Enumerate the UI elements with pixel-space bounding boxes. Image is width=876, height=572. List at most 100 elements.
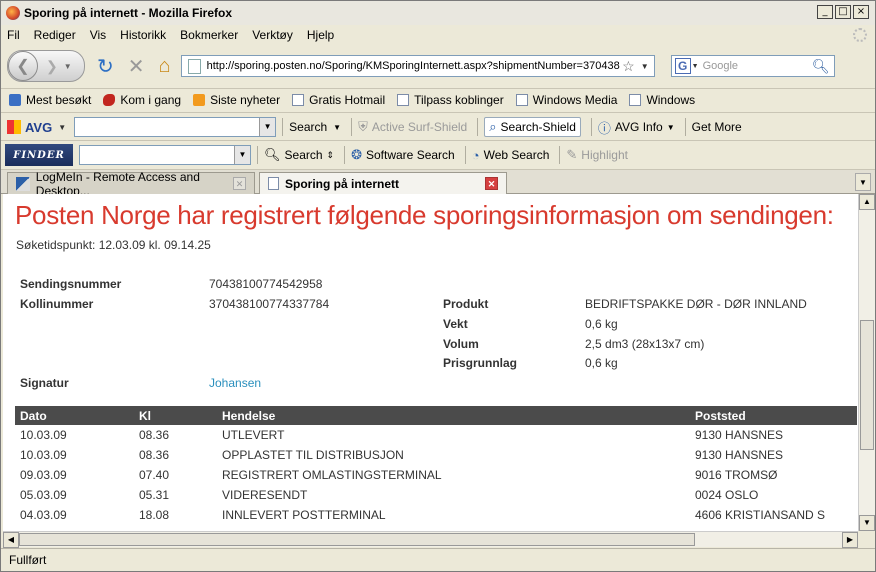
menu-vis[interactable]: Vis xyxy=(90,28,106,42)
menu-verktoy[interactable]: Verktøy xyxy=(252,28,293,42)
info-icon: ⓘ xyxy=(597,120,611,136)
avg-search-input[interactable]: ▼ xyxy=(74,117,277,137)
toolbar-separator xyxy=(464,146,466,164)
finder-search-button[interactable]: 🔍︎ Search ⇕ xyxy=(264,147,334,163)
search-shield-button[interactable]: ⌕ Search-Shield xyxy=(484,117,581,137)
tab-bar: LogMeIn - Remote Access and Desktop... ✕… xyxy=(1,169,875,198)
menu-bar: Fil Rediger Vis Historikk Bokmerker Verk… xyxy=(1,25,875,45)
address-bar[interactable]: http://sporing.posten.no/Sporing/KMSpori… xyxy=(180,55,655,77)
bookmark-siste-nyheter[interactable]: Siste nyheter xyxy=(193,93,280,107)
cell-dato: 09.03.09 xyxy=(20,468,67,482)
magnifier-icon: 🔍︎ xyxy=(264,147,281,162)
toolbar-separator xyxy=(477,118,479,136)
column-poststed: Poststed xyxy=(695,409,746,423)
cell-poststed: 9130 HANSNES xyxy=(695,428,784,442)
search-magnifier-icon[interactable]: 🔍︎ xyxy=(812,58,830,75)
search-bar[interactable]: G ▼ Google 🔍︎ xyxy=(670,55,835,77)
stop-icon[interactable]: ✕ xyxy=(128,54,145,79)
highlight-button[interactable]: ✎ Highlight xyxy=(566,147,628,163)
bookmark-star-icon[interactable]: ☆ xyxy=(622,58,635,75)
avg-logo-icon xyxy=(7,120,21,134)
bookmark-mest-besokt[interactable]: Mest besøkt xyxy=(9,93,91,107)
cell-dato: 05.03.09 xyxy=(20,488,67,502)
scroll-right-icon[interactable]: ▶ xyxy=(842,532,858,548)
finder-dropdown-icon[interactable]: ▼ xyxy=(234,146,250,164)
finder-logo[interactable]: FINDER xyxy=(5,144,73,166)
horizontal-scroll-thumb[interactable] xyxy=(19,533,695,546)
search-input[interactable]: Google xyxy=(703,60,812,72)
menu-bokmerker[interactable]: Bokmerker xyxy=(180,28,238,42)
web-search-button[interactable]: ◔ Web Search xyxy=(472,148,550,163)
bookmark-gratis-hotmail[interactable]: Gratis Hotmail xyxy=(292,93,385,107)
toolbar-separator xyxy=(344,146,346,164)
menu-fil[interactable]: Fil xyxy=(7,28,20,42)
cell-poststed: 9016 TROMSØ xyxy=(695,468,778,482)
close-window-button[interactable]: × xyxy=(853,5,869,19)
tab-logmein[interactable]: LogMeIn - Remote Access and Desktop... ✕ xyxy=(7,170,255,198)
toolbar-separator xyxy=(351,118,353,136)
avg-info-dropdown-icon[interactable]: ▼ xyxy=(667,123,675,132)
close-tab-icon[interactable]: ✕ xyxy=(233,177,246,190)
close-tab-icon[interactable]: ✕ xyxy=(485,177,498,190)
page-icon xyxy=(515,93,528,106)
scroll-left-icon[interactable]: ◀ xyxy=(3,532,19,548)
back-button[interactable]: ❮ xyxy=(8,51,38,81)
avg-logo[interactable]: AVG xyxy=(7,120,52,135)
page-icon xyxy=(397,93,410,106)
bookmark-kom-i-gang[interactable]: Kom i gang xyxy=(103,93,181,107)
bookmarks-toolbar: Mest besøkt Kom i gang Siste nyheter Gra… xyxy=(1,88,875,110)
menu-rediger[interactable]: Rediger xyxy=(34,28,76,42)
cell-kl: 05.31 xyxy=(139,488,170,502)
logmein-favicon xyxy=(16,176,30,191)
toolbar-separator xyxy=(559,146,561,164)
avg-search-button[interactable]: Search ▼ xyxy=(289,120,341,134)
tab-list-dropdown-icon[interactable]: ▼ xyxy=(855,173,871,191)
throbber-icon xyxy=(853,28,867,42)
maximize-button[interactable]: □ xyxy=(835,5,851,19)
google-engine-icon[interactable]: G xyxy=(674,58,691,74)
table-row: 05.03.09 05.31 VIDERESENDT 0024 OSLO xyxy=(15,485,857,505)
toolbar-separator xyxy=(684,118,686,136)
url-text[interactable]: http://sporing.posten.no/Sporing/KMSpori… xyxy=(207,60,623,72)
history-dropdown-icon[interactable]: ▼ xyxy=(64,62,72,71)
minimize-button[interactable]: _ xyxy=(817,5,833,19)
avg-menu-dropdown-icon[interactable]: ▼ xyxy=(58,123,66,132)
tab-sporing[interactable]: Sporing på internett ✕ xyxy=(259,172,507,194)
bookmark-windows-media[interactable]: Windows Media xyxy=(515,93,617,107)
web-icon: ◔ xyxy=(471,147,480,163)
reload-icon[interactable]: ↻ xyxy=(97,54,114,79)
url-dropdown-icon[interactable]: ▼ xyxy=(641,62,649,71)
signatur-label: Signatur xyxy=(20,376,69,390)
column-kl: Kl xyxy=(139,409,151,423)
scroll-down-icon[interactable]: ▼ xyxy=(859,515,875,531)
finder-toolbar: FINDER ▼ 🔍︎ Search ⇕ ❂ Software Search ◔ Web… xyxy=(1,140,875,169)
finder-search-options-icon[interactable]: ⇕ xyxy=(327,150,335,161)
scroll-up-icon[interactable]: ▲ xyxy=(859,194,875,210)
bookmark-tilpass-koblinger[interactable]: Tilpass koblinger xyxy=(397,93,504,107)
cell-poststed: 0024 OSLO xyxy=(695,488,759,502)
cell-kl: 08.36 xyxy=(139,448,170,462)
vertical-scroll-thumb[interactable] xyxy=(860,320,874,450)
table-row: 09.03.09 07.40 REGISTRERT OMLASTINGSTERM… xyxy=(15,465,857,485)
avg-search-dropdown-icon[interactable]: ▼ xyxy=(259,118,276,136)
page-icon xyxy=(629,93,642,106)
menu-hjelp[interactable]: Hjelp xyxy=(307,28,334,42)
signatur-link[interactable]: Johansen xyxy=(209,376,261,390)
engine-dropdown-icon[interactable]: ▼ xyxy=(692,63,699,70)
bookmark-windows[interactable]: Windows xyxy=(629,93,695,107)
cell-poststed: 9130 HANSNES xyxy=(695,448,784,462)
menu-historikk[interactable]: Historikk xyxy=(120,28,166,42)
bookmark-folder-icon xyxy=(9,93,21,106)
avg-info-button[interactable]: ⓘ AVG Info ▼ xyxy=(598,118,675,137)
software-search-button[interactable]: ❂ Software Search xyxy=(351,147,455,163)
sendingsnummer-value: 70438100774542958 xyxy=(209,277,323,291)
avg-search-dropdown-icon[interactable]: ▼ xyxy=(333,123,341,132)
get-more-button[interactable]: Get More xyxy=(692,120,742,134)
horizontal-scrollbar[interactable]: ◀ ▶ xyxy=(3,531,858,548)
active-surf-shield-button[interactable]: ⛨ Active Surf-Shield xyxy=(358,119,467,135)
vertical-scrollbar[interactable]: ▲ ▼ xyxy=(858,194,875,531)
forward-button[interactable]: ❯ xyxy=(46,58,58,75)
home-icon[interactable]: ⌂ xyxy=(159,55,171,78)
finder-search-input[interactable]: ▼ xyxy=(79,145,251,165)
produkt-label: Produkt xyxy=(443,297,489,311)
